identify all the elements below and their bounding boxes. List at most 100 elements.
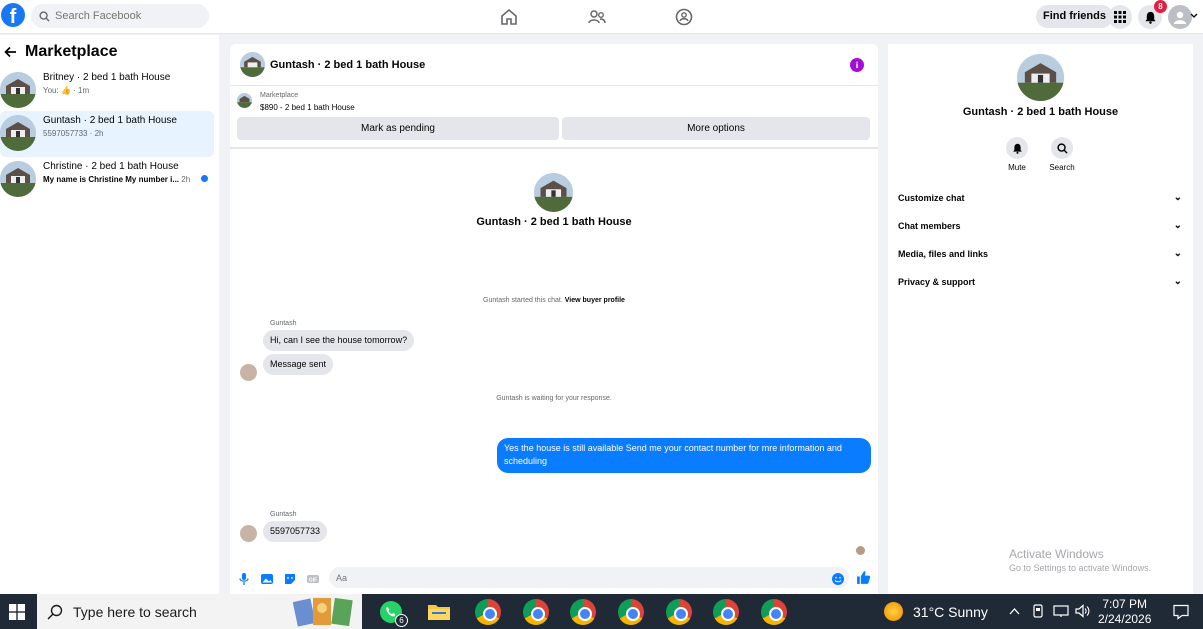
listing-thumbnail: [0, 115, 36, 151]
search-icon: [1056, 142, 1068, 154]
chat-title[interactable]: Guntash · 2 bed 1 bath House: [270, 59, 425, 71]
folder-icon: [428, 605, 450, 620]
listing-price-title[interactable]: $890 - 2 bed 1 bath House: [260, 103, 355, 112]
chevron-up-icon[interactable]: [1009, 607, 1020, 615]
chrome-app[interactable]: [570, 599, 596, 625]
groups-icon[interactable]: [673, 6, 695, 28]
chat-header: Guntash · 2 bed 1 bath House i: [230, 44, 878, 86]
friends-icon[interactable]: [586, 6, 608, 28]
conversation-item[interactable]: Christine · 2 bed 1 bath House My name i…: [0, 157, 214, 203]
chevron-down-icon[interactable]: [1190, 13, 1198, 19]
windows-taskbar: Type here to search 6 31°C Sunny 7:07 PM…: [0, 594, 1203, 629]
listing-thumbnail: [0, 72, 36, 108]
chat-details-panel: Guntash · 2 bed 1 bath House Mute Search…: [888, 44, 1193, 594]
more-options-button[interactable]: More options: [562, 117, 870, 140]
info-icon[interactable]: i: [850, 58, 864, 72]
mute-label: Mute: [1008, 163, 1026, 172]
thumbs-up-icon[interactable]: [856, 570, 871, 585]
back-arrow-icon[interactable]: [4, 46, 17, 58]
chrome-app[interactable]: [618, 599, 644, 625]
mute-button[interactable]: [1006, 137, 1028, 159]
chrome-app[interactable]: [475, 599, 501, 625]
bell-icon: [1012, 143, 1022, 154]
conversation-preview: My name is Christine My number i... 2h: [43, 175, 191, 184]
device-icon[interactable]: [1031, 604, 1045, 618]
sender-name: Guntash: [270, 511, 297, 518]
search-input[interactable]: [55, 10, 195, 22]
chrome-app[interactable]: [523, 599, 549, 625]
view-buyer-profile-link[interactable]: View buyer profile: [565, 297, 625, 304]
chevron-down-icon: ⌄: [1173, 220, 1182, 231]
activate-windows-watermark: Activate Windows Go to Settings to activ…: [1009, 547, 1152, 573]
sender-name: Guntash: [270, 320, 297, 327]
taskbar-search-text: Type here to search: [73, 603, 197, 620]
conversation-name: Guntash · 2 bed 1 bath House: [43, 115, 177, 126]
intro-title: Guntash · 2 bed 1 bath House: [476, 216, 632, 228]
message-input[interactable]: [329, 567, 849, 588]
notification-center-icon[interactable]: [1173, 604, 1189, 620]
weather-widget[interactable]: 31°C Sunny: [884, 602, 988, 621]
network-icon[interactable]: [1053, 604, 1069, 618]
customize-chat-section[interactable]: Customize chat ⌄: [898, 188, 1182, 208]
seen-indicator-avatar: [856, 546, 865, 555]
listing-thumbnail: [0, 161, 36, 197]
search-conversation-button[interactable]: [1051, 137, 1073, 159]
account-avatar[interactable]: [1168, 5, 1192, 29]
bell-icon: [1144, 11, 1156, 24]
notification-count-badge: 8: [1154, 0, 1167, 13]
microphone-icon[interactable]: [237, 572, 251, 586]
media-files-links-section[interactable]: Media, files and links ⌄: [898, 244, 1182, 264]
menu-grid-button[interactable]: [1108, 5, 1132, 29]
marketplace-label: Marketplace: [260, 92, 299, 99]
intro-listing-thumbnail: [534, 173, 573, 212]
conversation-item-active[interactable]: Guntash · 2 bed 1 bath House 5597057733 …: [0, 111, 214, 157]
gif-icon[interactable]: GIF: [306, 572, 320, 586]
taskbar-search[interactable]: Type here to search: [37, 594, 362, 629]
chevron-down-icon: ⌄: [1173, 276, 1182, 287]
home-icon[interactable]: [498, 6, 520, 28]
chrome-app[interactable]: [761, 599, 787, 625]
search-highlight-image: [293, 597, 353, 627]
unread-dot: [201, 175, 208, 182]
message-composer: GIF: [230, 564, 878, 594]
conversation-preview: You: 👍 · 1m: [43, 86, 90, 95]
chat-members-section[interactable]: Chat members ⌄: [898, 216, 1182, 236]
file-explorer-app[interactable]: [426, 599, 452, 625]
sticker-icon[interactable]: [283, 572, 297, 586]
profile-icon: [1174, 11, 1186, 24]
sidebar-title: Marketplace: [25, 43, 118, 60]
facebook-logo[interactable]: f: [1, 3, 25, 27]
windows-logo-icon: [9, 603, 25, 620]
search-box[interactable]: [31, 4, 209, 28]
conversation-item[interactable]: Britney · 2 bed 1 bath House You: 👍 · 1m: [0, 68, 214, 114]
privacy-support-section[interactable]: Privacy & support ⌄: [898, 272, 1182, 292]
chevron-down-icon: ⌄: [1173, 248, 1182, 259]
sender-avatar[interactable]: [240, 525, 257, 542]
sidebar-header: Marketplace: [4, 43, 118, 61]
photo-icon[interactable]: [260, 572, 274, 586]
sun-icon: [884, 602, 903, 621]
conversation-preview: 5597057733 · 2h: [43, 129, 104, 138]
details-title: Guntash · 2 bed 1 bath House: [962, 106, 1119, 118]
chevron-down-icon: ⌄: [1173, 192, 1182, 203]
marketplace-listing-bar: Marketplace $890 - 2 bed 1 bath House Ma…: [230, 87, 878, 149]
chrome-app[interactable]: [713, 599, 739, 625]
mark-as-pending-button[interactable]: Mark as pending: [237, 117, 559, 140]
find-friends-button[interactable]: Find friends: [1036, 5, 1113, 28]
emoji-icon[interactable]: [831, 572, 845, 586]
search-label: Search: [1049, 163, 1075, 172]
conversation-name: Christine · 2 bed 1 bath House: [43, 161, 179, 172]
waiting-notice: Guntash is waiting for your response.: [496, 395, 612, 402]
start-button[interactable]: [0, 594, 34, 629]
chat-avatar[interactable]: [240, 52, 265, 77]
clock[interactable]: 7:07 PM 2/24/2026: [1098, 597, 1151, 627]
volume-icon[interactable]: [1075, 604, 1091, 618]
whatsapp-app[interactable]: 6: [378, 599, 408, 627]
outgoing-message: Yes the house is still available Send me…: [497, 438, 871, 473]
incoming-message: Message sent: [263, 354, 334, 375]
chat-panel: Guntash · 2 bed 1 bath House i Marketpla…: [230, 44, 878, 594]
sender-avatar[interactable]: [240, 364, 257, 381]
chrome-app[interactable]: [666, 599, 692, 625]
incoming-message: Hi, can I see the house tomorrow?: [263, 330, 415, 351]
top-bar: f Find friends 8: [0, 0, 1203, 34]
